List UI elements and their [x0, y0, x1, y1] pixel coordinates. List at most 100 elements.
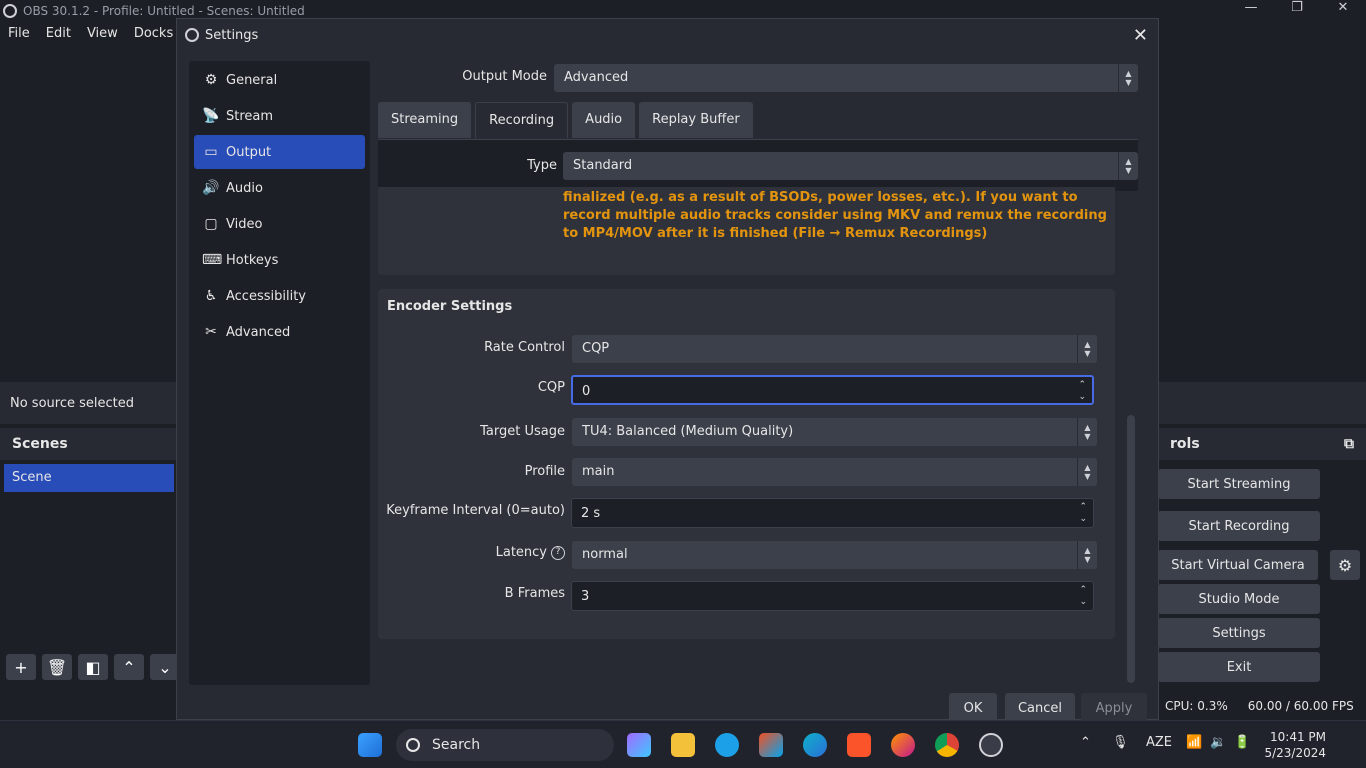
keyframe-spinbox[interactable]: 2 s ⌃ ⌄ — [571, 498, 1094, 528]
cqp-label: CQP — [537, 380, 565, 395]
nav-item-stream[interactable]: 📡 Stream — [194, 99, 365, 133]
copilot-icon[interactable] — [627, 733, 651, 757]
speaker-icon: 🔊 — [202, 180, 220, 196]
nav-item-advanced[interactable]: ✂ Advanced — [194, 315, 365, 349]
rate-control-select[interactable]: CQP ▲ ▼ — [572, 335, 1097, 363]
store-icon[interactable] — [759, 733, 783, 757]
type-select[interactable]: Standard ▲ ▼ — [563, 152, 1138, 180]
exit-button[interactable]: Exit — [1158, 652, 1320, 682]
scene-toolbar: + 🗑 ◧ ⌃ ⌄ — [6, 654, 180, 680]
rate-control-label: Rate Control — [484, 340, 565, 355]
obs-logo-icon — [185, 28, 199, 42]
help-icon[interactable]: ? — [551, 545, 565, 560]
cqp-spinbox[interactable]: 0 ⌃ ⌄ — [571, 375, 1094, 405]
settings-button[interactable]: Settings — [1158, 618, 1320, 648]
controls-title-text: rols — [1170, 436, 1200, 452]
statusbar: CPU: 0.3% 60.00 / 60.00 FPS — [1158, 692, 1366, 720]
settings-scrollbar[interactable] — [1127, 415, 1135, 683]
menu-view[interactable]: View — [79, 24, 126, 46]
keyframe-value: 2 s — [581, 506, 601, 521]
menu-docks[interactable]: Docks — [126, 24, 181, 46]
volume-icon[interactable]: 🔉 — [1210, 735, 1226, 750]
maximize-icon[interactable]: ❐ — [1274, 0, 1320, 15]
windows-start-icon[interactable] — [358, 733, 382, 757]
close-icon[interactable]: ✕ — [1133, 25, 1148, 46]
target-usage-select[interactable]: TU4: Balanced (Medium Quality) ▲ ▼ — [572, 418, 1097, 446]
window-title: OBS 30.1.2 - Profile: Untitled - Scenes:… — [23, 4, 305, 18]
obs-logo-icon — [3, 4, 17, 18]
wifi-icon[interactable]: 📶 — [1186, 735, 1202, 750]
language-indicator[interactable]: AZE — [1146, 735, 1172, 750]
apply-button[interactable]: Apply — [1081, 693, 1147, 723]
chrome-icon[interactable] — [935, 733, 959, 757]
nav-label: Audio — [226, 180, 263, 196]
obs-taskbar-icon[interactable] — [979, 733, 1003, 757]
tab-replay-buffer[interactable]: Replay Buffer — [639, 102, 753, 138]
start-streaming-button[interactable]: Start Streaming — [1158, 469, 1320, 499]
undock-icon[interactable]: ⧉ — [1344, 436, 1354, 452]
ok-button[interactable]: OK — [949, 693, 997, 723]
firefox-icon[interactable] — [891, 733, 915, 757]
start-recording-button[interactable]: Start Recording — [1158, 511, 1320, 541]
filter-icon[interactable]: ◧ — [78, 654, 108, 680]
file-explorer-icon[interactable] — [671, 733, 695, 757]
skype-icon[interactable] — [715, 733, 739, 757]
edge-icon[interactable] — [803, 733, 827, 757]
menu-edit[interactable]: Edit — [38, 24, 79, 46]
nav-label: Hotkeys — [226, 252, 279, 268]
bframes-spinbox[interactable]: 3 ⌃ ⌄ — [571, 581, 1094, 611]
combo-arrows-icon: ▲ ▼ — [1077, 541, 1097, 569]
spin-arrows-icon[interactable]: ⌃ ⌄ — [1079, 584, 1087, 608]
scene-item[interactable]: Scene — [4, 464, 174, 492]
tray-chevron-icon[interactable]: ⌃ — [1080, 735, 1091, 750]
nav-item-audio[interactable]: 🔊 Audio — [194, 171, 365, 205]
brave-icon[interactable] — [847, 733, 871, 757]
minimize-icon[interactable]: — — [1228, 0, 1274, 15]
spin-arrows-icon[interactable]: ⌃ ⌄ — [1078, 379, 1086, 403]
trash-icon[interactable]: 🗑 — [42, 654, 72, 680]
output-mode-label: Output Mode — [462, 69, 547, 84]
studio-mode-button[interactable]: Studio Mode — [1158, 584, 1320, 614]
scenes-dock: Scenes Scene + 🗑 ◧ ⌃ ⌄ — [0, 428, 180, 690]
clock[interactable]: 10:41 PM 5/23/2024 — [1264, 729, 1326, 761]
combo-arrows-icon: ▲ ▼ — [1077, 418, 1097, 446]
nav-item-video[interactable]: ▢ Video — [194, 207, 365, 241]
profile-value: main — [582, 464, 615, 479]
profile-select[interactable]: main ▲ ▼ — [572, 458, 1097, 486]
add-scene-icon[interactable]: + — [6, 654, 36, 680]
controls-dock: rols ⧉ Start Streaming Start Recording S… — [1158, 428, 1366, 690]
gear-icon: ⚙ — [204, 72, 218, 88]
battery-icon[interactable]: 🔋 — [1234, 735, 1250, 750]
search-icon — [406, 738, 420, 752]
tab-audio[interactable]: Audio — [572, 102, 636, 138]
nav-item-general[interactable]: ⚙ General — [194, 63, 365, 97]
close-icon[interactable]: ✕ — [1320, 0, 1366, 15]
nav-label: Stream — [226, 108, 274, 124]
output-mode-select[interactable]: Advanced ▲ ▼ — [554, 64, 1138, 92]
profile-label: Profile — [524, 464, 565, 479]
warning-box: finalized (e.g. as a result of BSODs, po… — [378, 187, 1115, 275]
move-up-icon[interactable]: ⌃ — [114, 654, 144, 680]
latency-select[interactable]: normal ▲ ▼ — [572, 541, 1097, 569]
settings-dialog: Settings ✕ ⚙ General 📡 Stream ▭ Output 🔊 Aud… — [176, 18, 1159, 723]
taskbar-search[interactable]: Search — [396, 729, 614, 761]
nav-label: General — [226, 72, 278, 88]
nav-label: Accessibility — [226, 288, 306, 304]
output-mode-value: Advanced — [564, 70, 629, 85]
nav-label: Output — [226, 144, 272, 160]
cancel-button[interactable]: Cancel — [1005, 693, 1075, 723]
nav-item-output[interactable]: ▭ Output — [194, 135, 365, 169]
tab-streaming[interactable]: Streaming — [378, 102, 472, 138]
settings-nav: ⚙ General 📡 Stream ▭ Output 🔊 Audio ▢ Video ⌨… — [189, 61, 370, 685]
menu-file[interactable]: File — [0, 24, 38, 46]
spin-arrows-icon[interactable]: ⌃ ⌄ — [1079, 501, 1087, 525]
start-virtual-camera-button[interactable]: Start Virtual Camera — [1158, 550, 1318, 580]
virtual-camera-gear-icon[interactable]: ⚙ — [1330, 550, 1360, 580]
nav-item-accessibility[interactable]: ♿ Accessibility — [194, 279, 365, 313]
tab-recording[interactable]: Recording — [475, 102, 569, 138]
microphone-icon[interactable]: 🎙 — [1112, 735, 1129, 750]
rate-control-value: CQP — [582, 341, 610, 356]
nav-item-hotkeys[interactable]: ⌨ Hotkeys — [194, 243, 365, 277]
target-usage-value: TU4: Balanced (Medium Quality) — [582, 424, 794, 439]
combo-arrows-icon: ▲ ▼ — [1077, 335, 1097, 363]
